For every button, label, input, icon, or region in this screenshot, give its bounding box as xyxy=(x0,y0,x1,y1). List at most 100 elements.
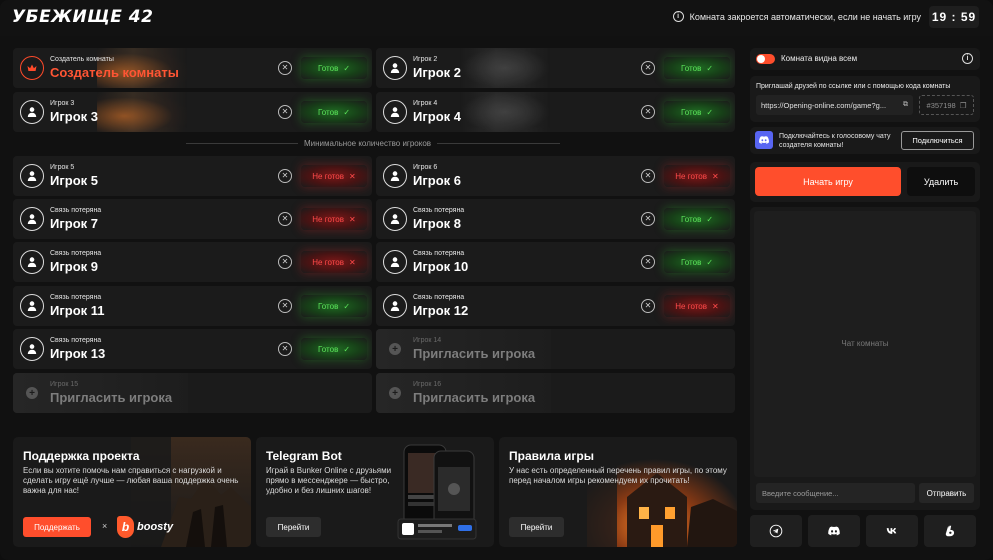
logo[interactable]: УБЕЖИЩЕ 42 xyxy=(12,7,153,27)
telegram-open-button[interactable]: Перейти xyxy=(266,517,321,537)
status-badge: Не готов ✕ xyxy=(664,165,730,187)
close-icon[interactable]: ✕ xyxy=(641,212,655,226)
player-name: Игрок 9 xyxy=(50,259,98,274)
player-subtitle: Игрок 5 xyxy=(50,164,75,171)
close-icon[interactable]: ✕ xyxy=(641,61,655,75)
player-subtitle: Связь потеряна xyxy=(50,294,102,301)
player-subtitle: Игрок 2 xyxy=(413,56,438,63)
status-label: Готов xyxy=(317,107,339,117)
close-icon[interactable]: ✕ xyxy=(278,169,292,183)
close-icon[interactable]: ✕ xyxy=(641,105,655,119)
user-icon xyxy=(383,294,407,318)
player-name: Игрок 10 xyxy=(413,259,469,274)
invite-player-label[interactable]: Пригласить игрока xyxy=(413,390,535,405)
close-icon: ✕ xyxy=(349,214,356,224)
close-icon[interactable]: ✕ xyxy=(641,255,655,269)
player-name: Игрок 2 xyxy=(413,65,461,80)
plus-icon: + xyxy=(26,387,38,399)
close-icon[interactable]: ✕ xyxy=(278,212,292,226)
player-slot: Связь потеряна Игрок 12 ✕ Не готов ✕ xyxy=(376,286,735,326)
player-subtitle: Связь потеряна xyxy=(413,207,465,214)
player-avatar-art xyxy=(97,92,187,132)
player-subtitle: Создатель комнаты xyxy=(50,56,114,63)
info-icon: i xyxy=(672,11,684,22)
link-icon[interactable]: ⧉ xyxy=(903,101,908,109)
player-subtitle: Связь потеряна xyxy=(413,250,465,257)
player-avatar-art xyxy=(460,92,550,132)
status-label: Не готов xyxy=(675,301,708,311)
status-badge: Не готов ✕ xyxy=(301,165,367,187)
invite-slot[interactable]: + Игрок 14 Пригласить игрока xyxy=(376,329,735,369)
visibility-toggle[interactable] xyxy=(756,54,775,64)
player-name: Игрок 12 xyxy=(413,303,469,318)
player-name: Создатель комнаты xyxy=(50,65,179,80)
boosty-link-button[interactable] xyxy=(924,515,976,547)
telegram-link-button[interactable] xyxy=(750,515,802,547)
copy-icon: ❐ xyxy=(959,100,967,110)
invite-player-label[interactable]: Пригласить игрока xyxy=(50,390,172,405)
player-subtitle: Связь потеряна xyxy=(413,294,465,301)
player-avatar-art xyxy=(460,48,550,88)
support-card: Поддержка проекта Если вы хотите помочь … xyxy=(13,437,251,547)
close-icon[interactable]: ✕ xyxy=(278,342,292,356)
invite-link-field[interactable]: https://Opening-online.com/game?g... ⧉ xyxy=(756,95,913,115)
close-icon: ✕ xyxy=(712,301,719,311)
player-name: Игрок 6 xyxy=(413,173,461,188)
room-code-field[interactable]: #357198 ❐ xyxy=(919,95,974,115)
status-badge: Готов ✓ xyxy=(301,101,367,123)
start-game-button[interactable]: Начать игру xyxy=(755,167,901,196)
chat-input[interactable] xyxy=(756,483,915,503)
vk-link-button[interactable] xyxy=(866,515,918,547)
player-name: Игрок 13 xyxy=(50,346,106,361)
vk-icon xyxy=(886,528,897,534)
player-subtitle: Связь потеряна xyxy=(50,207,102,214)
user-icon xyxy=(383,164,407,188)
status-label: Готов xyxy=(317,301,339,311)
status-label: Готов xyxy=(680,257,702,267)
send-message-button[interactable]: Отправить xyxy=(919,483,974,503)
delete-room-button[interactable]: Удалить xyxy=(907,167,975,196)
user-icon xyxy=(383,250,407,274)
rules-open-button[interactable]: Перейти xyxy=(509,517,564,537)
visibility-label: Комната видна всем xyxy=(781,54,858,63)
status-badge: Готов ✓ xyxy=(664,101,730,123)
status-label: Готов xyxy=(680,214,702,224)
player-slot: Создатель комнаты Создатель комнаты ✕ Готов… xyxy=(13,48,372,88)
discord-text: Подключайтесь к голосовому чату создател… xyxy=(779,133,891,149)
chat-messages[interactable]: Чат комнаты xyxy=(754,211,976,477)
boosty-logo[interactable]: b boosty xyxy=(117,516,173,538)
close-icon[interactable]: ✕ xyxy=(278,255,292,269)
close-icon[interactable]: ✕ xyxy=(278,299,292,313)
invite-slot[interactable]: + Игрок 16 Пригласить игрока xyxy=(376,373,735,413)
room-chat: Чат комнаты Отправить xyxy=(750,207,980,510)
invite-player-label[interactable]: Пригласить игрока xyxy=(413,346,535,361)
close-icon[interactable]: ✕ xyxy=(278,61,292,75)
discord-icon xyxy=(828,526,840,536)
min-players-label: Минимальное количество игроков xyxy=(298,139,438,148)
boosty-icon xyxy=(945,525,955,537)
close-icon[interactable]: ✕ xyxy=(641,169,655,183)
discord-panel: Подключайтесь к голосовому чату создател… xyxy=(750,127,980,154)
close-icon[interactable]: ✕ xyxy=(641,299,655,313)
player-slot: Связь потеряна Игрок 7 ✕ Не готов ✕ xyxy=(13,199,372,239)
support-title: Поддержка проекта xyxy=(23,449,140,463)
status-label: Не готов xyxy=(675,171,708,181)
info-icon[interactable]: i xyxy=(962,53,973,64)
invite-link-text: https://Opening-online.com/game?g... xyxy=(761,100,887,110)
discord-connect-button[interactable]: Подключиться xyxy=(901,131,974,150)
rules-art xyxy=(587,437,737,547)
close-icon[interactable]: ✕ xyxy=(278,105,292,119)
player-slot: Игрок 6 Игрок 6 ✕ Не готов ✕ xyxy=(376,156,735,196)
status-badge: Готов ✓ xyxy=(301,295,367,317)
room-code-text: #357198 xyxy=(926,100,956,110)
check-icon: ✓ xyxy=(343,63,351,73)
invite-slot[interactable]: + Игрок 15 Пригласить игрока xyxy=(13,373,372,413)
player-slot: Связь потеряна Игрок 9 ✕ Не готов ✕ xyxy=(13,242,372,282)
chat-empty-label: Чат комнаты xyxy=(841,339,889,348)
app-window: УБЕЖИЩЕ 42 i Комната закроется автоматич… xyxy=(0,0,993,560)
player-subtitle: Связь потеряна xyxy=(50,250,102,257)
user-icon xyxy=(20,164,44,188)
player-slot: Игрок 5 Игрок 5 ✕ Не готов ✕ xyxy=(13,156,372,196)
discord-link-button[interactable] xyxy=(808,515,860,547)
support-button[interactable]: Поддержать xyxy=(23,517,91,537)
